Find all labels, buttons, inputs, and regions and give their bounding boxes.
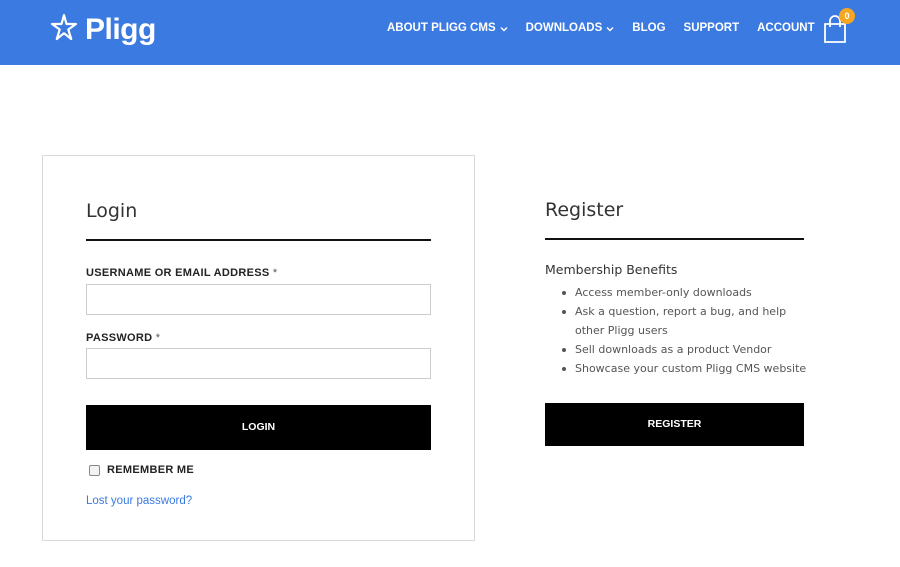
chevron-down-icon	[606, 24, 614, 32]
list-item: Access member-only downloads	[560, 283, 810, 302]
brand-name: Pligg	[85, 13, 156, 46]
list-item: Showcase your custom Pligg CMS website	[560, 359, 810, 378]
username-input[interactable]	[86, 284, 431, 315]
nav-item-label: DOWNLOADS	[525, 22, 603, 34]
list-item: Ask a question, report a bug, and help o…	[560, 302, 810, 340]
login-heading: Login	[86, 200, 138, 222]
shopping-bag-icon	[822, 15, 848, 48]
nav-item-blog[interactable]: BLOG	[632, 22, 665, 34]
nav-item-account[interactable]: ACCOUNT	[757, 22, 815, 34]
membership-benefits-heading: Membership Benefits	[545, 262, 678, 277]
required-marker: *	[155, 332, 161, 344]
nav-item-support[interactable]: SUPPORT	[684, 22, 740, 34]
nav-item-label: ABOUT PLIGG CMS	[387, 22, 496, 34]
password-label: PASSWORD *	[86, 332, 160, 344]
remember-me-checkbox[interactable]	[89, 464, 100, 476]
list-item: Sell downloads as a product Vendor	[560, 340, 810, 359]
site-logo[interactable]: Pligg	[50, 12, 156, 48]
main-navigation: ABOUT PLIGG CMS DOWNLOADS BLOG SUPPORT A…	[387, 22, 833, 34]
nav-item-label: BLOG	[632, 22, 666, 34]
register-button[interactable]: REGISTER	[545, 403, 804, 446]
nav-item-about-pligg-cms[interactable]: ABOUT PLIGG CMS	[387, 22, 508, 34]
lost-password-link[interactable]: Lost your password?	[86, 495, 192, 507]
password-input[interactable]	[86, 348, 431, 379]
remember-me-label[interactable]: REMEMBER ME	[107, 464, 194, 476]
star-logo-icon	[50, 13, 78, 47]
username-label: USERNAME OR EMAIL ADDRESS *	[86, 267, 277, 279]
nav-item-label: SUPPORT	[683, 22, 740, 34]
nav-item-downloads[interactable]: DOWNLOADS	[526, 22, 615, 34]
cart-count-badge: 0	[839, 8, 855, 24]
membership-benefits-list: Access member-only downloads Ask a quest…	[560, 283, 810, 378]
login-button[interactable]: LOGIN	[86, 405, 431, 450]
remember-me-row: REMEMBER ME	[89, 464, 194, 476]
top-navigation-bar: Pligg ABOUT PLIGG CMS DOWNLOADS BLOG SUP…	[0, 0, 900, 65]
login-heading-divider	[86, 239, 431, 241]
register-heading: Register	[545, 199, 624, 221]
nav-item-label: ACCOUNT	[757, 22, 815, 34]
required-marker: *	[272, 267, 278, 279]
chevron-down-icon	[500, 24, 508, 32]
password-label-text: PASSWORD	[86, 332, 153, 344]
register-heading-divider	[545, 238, 804, 240]
username-label-text: USERNAME OR EMAIL ADDRESS	[86, 267, 270, 279]
